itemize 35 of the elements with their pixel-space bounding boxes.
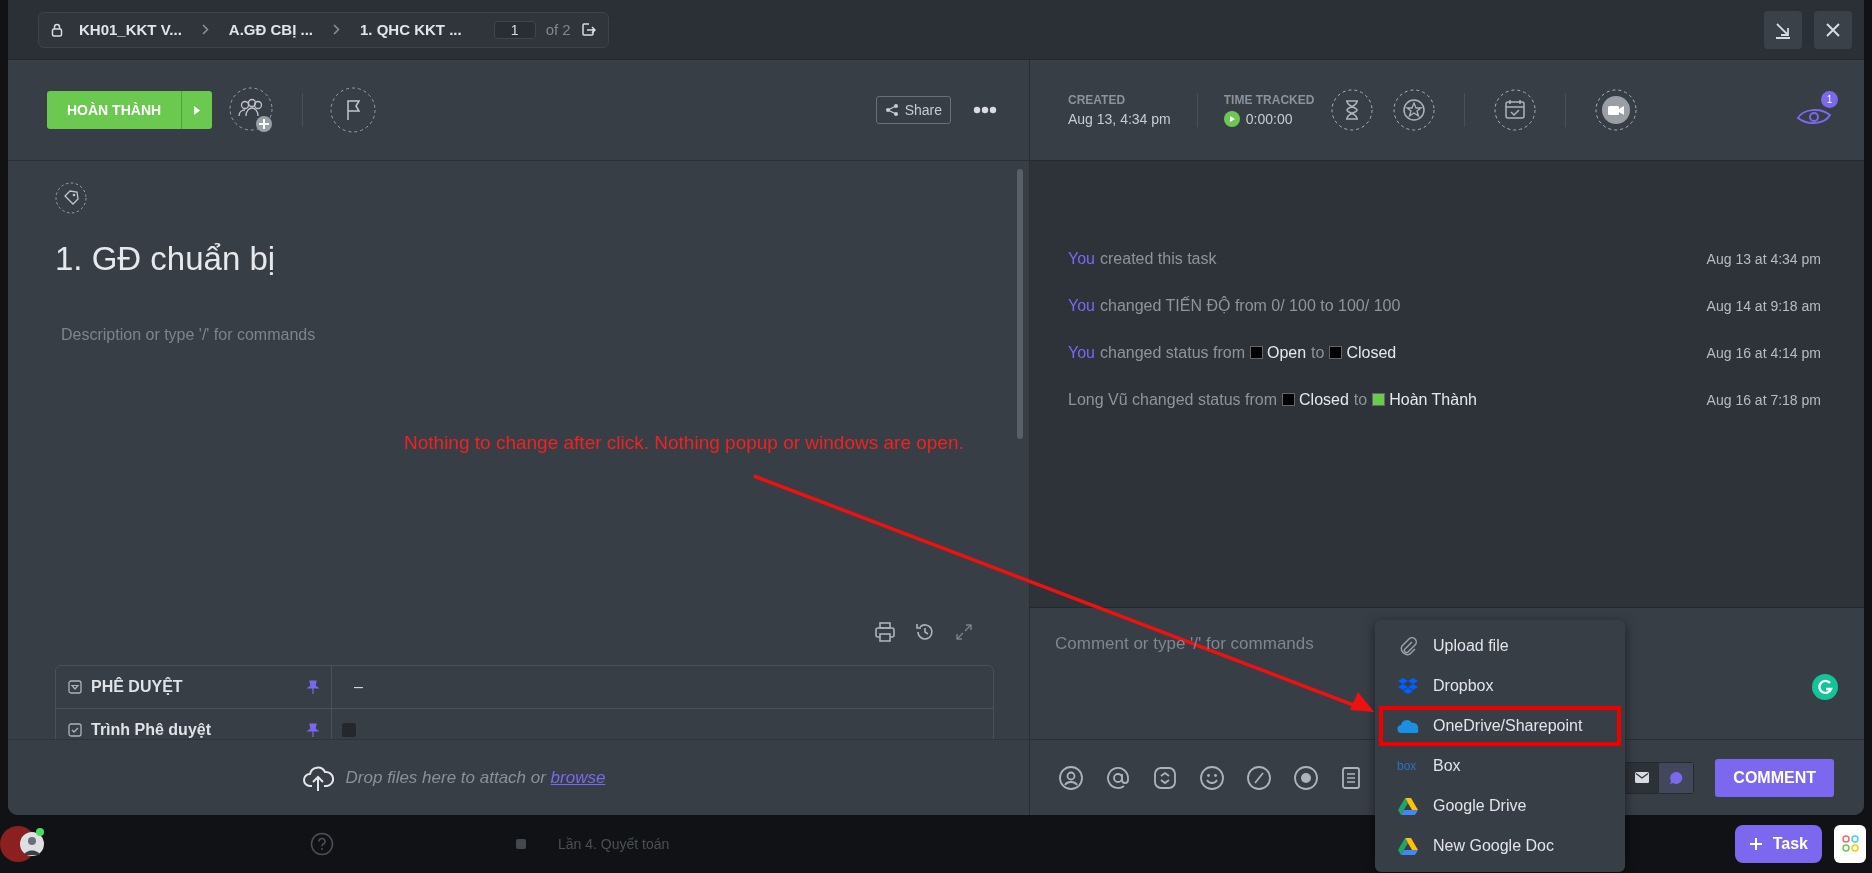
page-count: of 2 <box>545 21 571 38</box>
activity-time: Aug 16 at 4:14 pm <box>1706 345 1821 361</box>
activity-time: Aug 16 at 7:18 pm <box>1706 392 1821 408</box>
menu-item[interactable]: Upload file <box>1379 626 1621 666</box>
drop-files-text: Drop files here to attach or browse <box>345 767 606 788</box>
activity-text: You changed TIẾN ĐỘ from 0/ 100 to 100/ 100 <box>1068 297 1402 315</box>
field-value[interactable]: – <box>354 678 363 696</box>
field-name: Trình Phê duyệt <box>91 721 212 739</box>
field-name: PHÊ DUYỆT <box>91 678 184 696</box>
activity-text: You created this task <box>1068 250 1218 268</box>
watchers-button[interactable]: 1 <box>1796 91 1838 129</box>
menu-item[interactable]: New Google Doc <box>1379 826 1621 866</box>
time-tracked-value: 0:00:00 <box>1245 111 1293 127</box>
activity-text: You changed status from Open to Closed <box>1068 344 1398 362</box>
created-date: Aug 13, 4:34 pm <box>1068 111 1171 127</box>
comment-button[interactable]: COMMENT <box>1715 758 1834 797</box>
annotation-text: Nothing to change after click. Nothing popup or windows are open. <box>404 432 964 454</box>
menu-item[interactable]: Google Drive <box>1379 786 1621 826</box>
activity-time: Aug 13 at 4:34 pm <box>1706 251 1821 267</box>
menu-item[interactable]: Dropbox <box>1379 666 1621 706</box>
menu-item[interactable]: box Box <box>1379 746 1621 786</box>
breadcrumb-link[interactable]: 1. QHC KKT ... <box>354 21 468 38</box>
share-button[interactable]: Share <box>875 96 951 124</box>
created-label: CREATED <box>1068 93 1127 107</box>
activity-time: Aug 14 at 9:18 am <box>1706 298 1821 314</box>
menu-item[interactable]: OneDrive/Sharepoint <box>1379 706 1621 746</box>
box-logo: box <box>1397 759 1418 773</box>
breadcrumb-link[interactable]: KH01_KKT V... <box>73 21 188 38</box>
task-title[interactable]: 1. GĐ chuẩn bị <box>55 240 998 278</box>
breadcrumb-link[interactable]: A.GĐ CBỊ ... <box>222 21 319 38</box>
new-task-button[interactable]: Task <box>1734 825 1822 863</box>
watcher-count-badge: 1 <box>1821 91 1838 108</box>
time-tracked-label: TIME TRACKED <box>1223 93 1315 107</box>
page-number-field[interactable]: 1 <box>493 20 536 39</box>
activity-text: Long Vũ changed status from Closed to Hoàn Thành <box>1068 391 1478 409</box>
